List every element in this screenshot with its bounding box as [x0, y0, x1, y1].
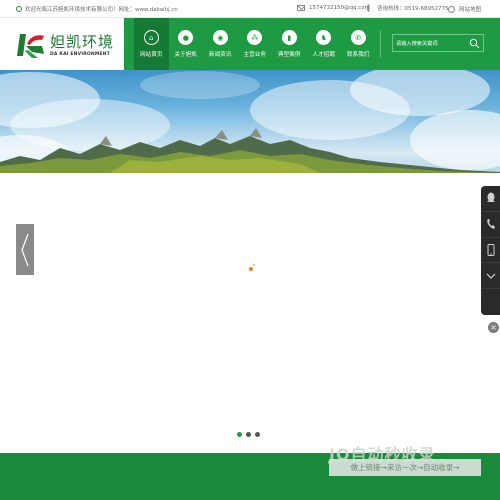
logo-mark-icon	[17, 34, 44, 58]
nav-label-news: 新闻资讯	[209, 52, 232, 58]
chevron-left-icon	[21, 233, 29, 266]
mobile-icon	[487, 243, 494, 256]
sitemap-link[interactable]: 网站地图	[448, 5, 481, 13]
phone-icon	[367, 4, 371, 12]
banner-landscape-image	[0, 70, 500, 173]
nav-label-home: 网站首页	[140, 52, 163, 58]
nav-item-contact[interactable]: ✆ 联系我们	[341, 18, 376, 70]
nav-label-cases: 典型案例	[278, 52, 301, 58]
loading-spinner-icon	[249, 267, 253, 271]
slider-dot-1[interactable]	[237, 432, 242, 437]
hotline-text: 咨询热线：0519-68952775	[377, 6, 449, 12]
nav-label-business: 主营业务	[243, 52, 266, 58]
chevron-down-icon	[486, 273, 495, 279]
side-mobile-button[interactable]	[481, 238, 500, 264]
top-info-bar: 欢迎光临江苏妲凯环境技术有限公司！网址：www.dakaihj.cn 15747…	[0, 0, 500, 18]
side-scroll-top-button[interactable]	[481, 263, 500, 290]
hotline-area: 咨询热线：0519-68952775	[367, 4, 448, 12]
search-icon[interactable]	[469, 38, 480, 49]
leaf-icon	[16, 6, 22, 12]
globe-icon	[448, 5, 455, 13]
nav-divider	[380, 30, 381, 58]
logo-name-cn: 妲凯环境	[50, 32, 115, 51]
slider-dot-2[interactable]	[246, 432, 251, 437]
logo[interactable]: 妲凯环境 DA KAI ENVIRONMENT	[14, 28, 124, 62]
loading-spinner-dot	[253, 264, 255, 266]
nav-label-about: 关于妲凯	[174, 52, 197, 58]
close-icon[interactable]: ×	[488, 322, 499, 333]
watermark-subtitle: 做上链接→来访一次→自动收录→	[329, 459, 481, 476]
nav-item-home[interactable]: ⌂ 网站首页	[134, 18, 169, 70]
search-box[interactable]	[392, 34, 484, 52]
business-icon: ⁂	[247, 30, 263, 45]
nav-label-recruit: 人才招聘	[312, 52, 335, 58]
welcome-text: 欢迎光临江苏妲凯环境技术有限公司！网址：www.dakaihj.cn	[25, 7, 178, 13]
home-icon: ⌂	[143, 30, 159, 45]
slider-pagination	[237, 432, 260, 437]
news-icon: ◉	[212, 30, 228, 45]
about-icon: ●	[178, 30, 194, 45]
cases-icon: ▮	[281, 30, 297, 45]
logo-name-en: DA KAI ENVIRONMENT	[50, 51, 111, 57]
content-slider	[0, 173, 500, 453]
search-input[interactable]	[396, 38, 466, 49]
nav-item-recruit[interactable]: ♞ 人才招聘	[307, 18, 342, 70]
side-float-panel	[481, 186, 500, 315]
watermark-overlay: JQ自动秒收录 做上链接→来访一次→自动收录→	[329, 441, 481, 481]
slider-dot-3[interactable]	[255, 432, 260, 437]
nav-item-news[interactable]: ◉ 新闻资讯	[203, 18, 238, 70]
nav-item-about[interactable]: ● 关于妲凯	[169, 18, 204, 70]
hero-banner	[0, 70, 500, 173]
email-text[interactable]: 1574732150@qq.com	[309, 5, 370, 11]
side-phone-button[interactable]	[481, 212, 500, 238]
side-qq-button[interactable]	[481, 186, 500, 212]
site-header: 妲凯环境 DA KAI ENVIRONMENT ⌂ 网站首页 ● 关于妲凯 ◉ …	[0, 18, 500, 70]
qq-icon	[486, 192, 495, 203]
sitemap-label[interactable]: 网站地图	[459, 5, 481, 13]
email-area[interactable]: 1574732150@qq.com	[297, 5, 370, 11]
welcome-area: 欢迎光临江苏妲凯环境技术有限公司！网址：www.dakaihj.cn	[16, 5, 178, 13]
mail-icon	[297, 5, 305, 11]
contact-icon: ✆	[350, 30, 366, 45]
nav-item-cases[interactable]: ▮ 典型案例	[272, 18, 307, 70]
slider-prev-button[interactable]	[16, 224, 34, 275]
main-nav: ⌂ 网站首页 ● 关于妲凯 ◉ 新闻资讯 ⁂ 主营业务 ▮ 典型案例 ♞ 人才招…	[134, 18, 376, 70]
nav-band: ⌂ 网站首页 ● 关于妲凯 ◉ 新闻资讯 ⁂ 主营业务 ▮ 典型案例 ♞ 人才招…	[124, 18, 500, 70]
nav-label-contact: 联系我们	[347, 52, 370, 58]
nav-item-business[interactable]: ⁂ 主营业务	[238, 18, 273, 70]
phone-icon	[486, 219, 495, 230]
recruit-icon: ♞	[316, 30, 332, 45]
side-blank-button[interactable]	[481, 289, 500, 315]
